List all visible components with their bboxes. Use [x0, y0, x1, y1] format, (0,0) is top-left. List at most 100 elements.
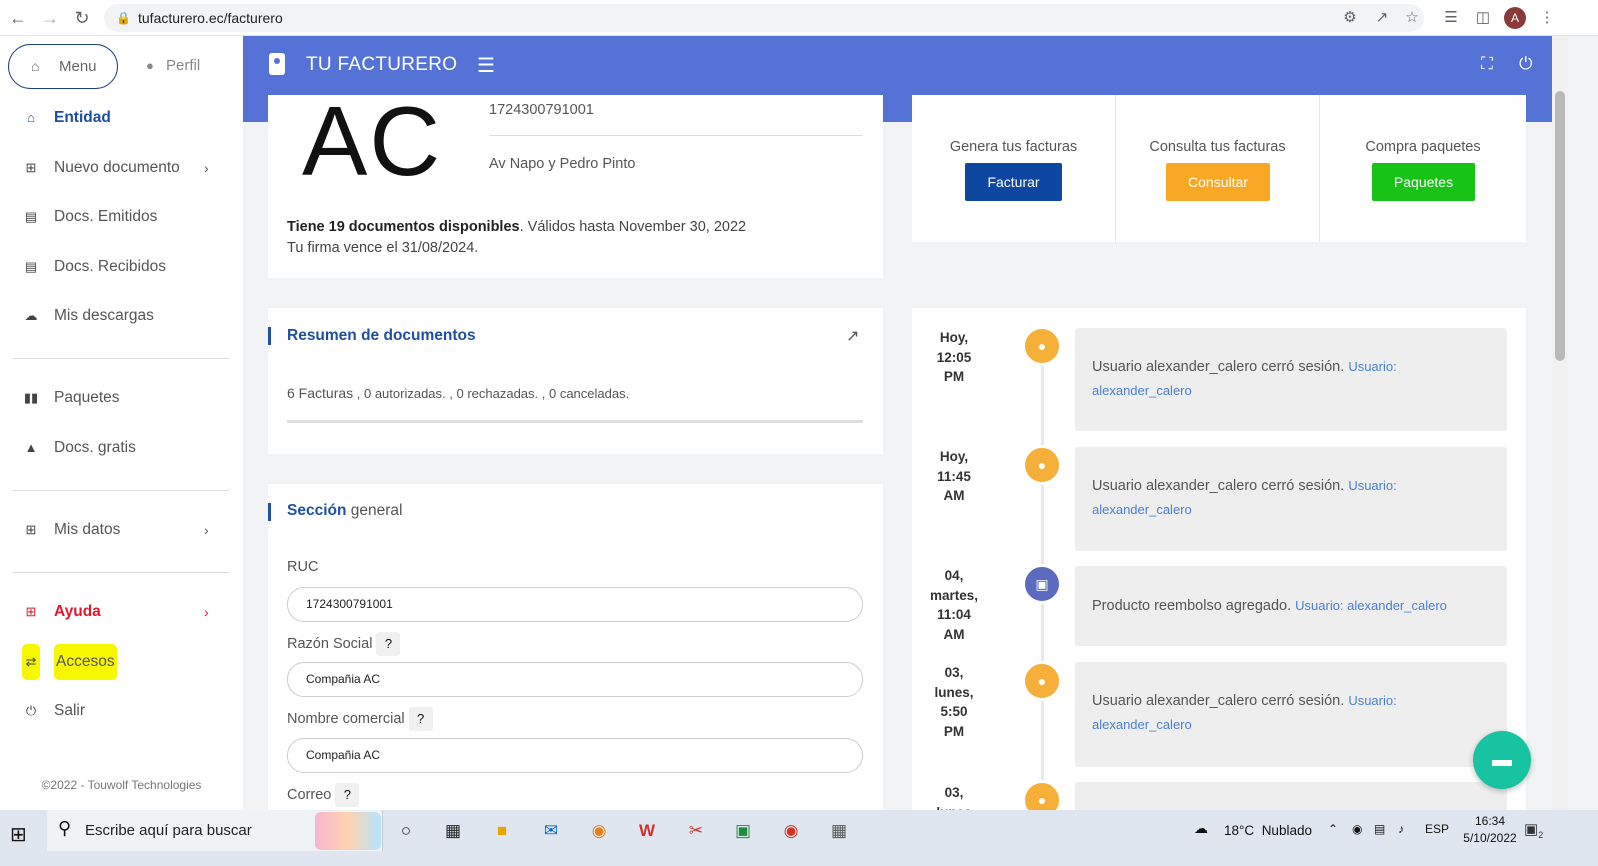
url-text: tufacturero.ec/facturero — [138, 10, 283, 26]
reload-icon[interactable]: ↻ — [72, 8, 92, 28]
sidebar-item-docs-emitidos[interactable]: ▤ Docs. Emitidos — [0, 199, 243, 235]
taskbar-search[interactable]: ⚲ Escribe aquí para buscar — [47, 810, 383, 851]
chat-widget-button[interactable]: ▬ — [1473, 731, 1531, 789]
temperature: 18°C — [1224, 823, 1255, 838]
power-icon[interactable]: ⏻ — [1519, 54, 1532, 74]
field-label: Razón Social — [287, 635, 373, 652]
entry-text: Usuario alexander_calero cerró sesión. — [1092, 478, 1345, 494]
star-icon[interactable]: ☆ — [1402, 8, 1422, 28]
share-icon[interactable]: ↗ — [1372, 8, 1392, 28]
help-question-icon[interactable]: ? — [376, 632, 401, 656]
divider — [489, 135, 863, 136]
sidebar-item-docs-gratis[interactable]: ▲ Docs. gratis — [0, 430, 243, 466]
sidebar-item-mis-descargas[interactable]: ☁ Mis descargas — [0, 298, 243, 334]
nombre-comercial-label: Nombre comercial? — [287, 707, 433, 731]
address-bar[interactable]: 🔒 tufacturero.ec/facturero — [104, 4, 1424, 32]
page-scrollbar[interactable] — [1552, 36, 1568, 810]
consultar-button[interactable]: Consultar — [1166, 163, 1270, 201]
chevron-up-icon[interactable]: ⌃ — [1328, 822, 1338, 836]
volume-icon[interactable]: ♪ — [1398, 822, 1404, 836]
windows-taskbar: ⊞ ⚲ Escribe aquí para buscar ○ ▦ ■ ✉ ◉ W… — [0, 810, 1598, 866]
chrome-icon[interactable]: ◉ — [778, 818, 804, 844]
sidebar-item-label: Mis datos — [54, 521, 121, 538]
app-logo-icon — [269, 53, 285, 75]
help-question-icon[interactable]: ? — [408, 707, 433, 731]
perfil-tab-button[interactable]: ● Perfil — [146, 44, 236, 89]
sidebar-item-label: Salir — [54, 702, 86, 719]
help-plus-icon: ⊞ — [25, 604, 37, 619]
menu-tab-button[interactable]: ⌂ Menu — [8, 44, 118, 89]
file-explorer-icon[interactable]: ■ — [489, 818, 515, 844]
sidebar-item-mis-datos[interactable]: ⊞ Mis datos › — [0, 512, 243, 548]
reading-list-icon[interactable]: ☰ — [1441, 8, 1461, 28]
sidebar-item-entidad[interactable]: ⌂ Entidad — [0, 100, 243, 136]
weather-text[interactable]: 18°C Nublado — [1224, 823, 1312, 838]
section-marker — [268, 327, 271, 345]
facturas-count: 6 Facturas — [287, 385, 354, 401]
network-icon[interactable]: ▤ — [1374, 822, 1385, 836]
facturar-button[interactable]: Facturar — [965, 163, 1062, 201]
more-menu-icon[interactable]: ⋮ — [1537, 8, 1557, 28]
paquetes-button[interactable]: Paquetes — [1372, 163, 1475, 201]
sidebar-divider — [13, 572, 229, 573]
side-panel-icon[interactable]: ◫ — [1473, 8, 1493, 28]
calculator-icon[interactable]: ▦ — [826, 818, 852, 844]
time-part: lunes — [918, 803, 990, 811]
hamburger-menu-icon[interactable]: ☰ — [477, 53, 495, 78]
time-part: 11:45 — [937, 468, 971, 484]
sidebar-item-salir[interactable]: ⏻ Salir — [0, 693, 243, 729]
ruc-field[interactable]: 1724300791001 — [287, 587, 863, 622]
key-icon[interactable]: ⚙ — [1340, 8, 1360, 28]
cloud-icon[interactable]: ☁ — [1194, 820, 1208, 837]
mail-icon[interactable]: ✉ — [538, 818, 564, 844]
timeline-entry — [1075, 782, 1507, 810]
trend-icon[interactable]: ↗ — [846, 326, 859, 346]
time-part: lunes, — [934, 684, 974, 700]
forward-arrow-icon[interactable]: → — [40, 8, 60, 28]
scrollbar-thumb[interactable] — [1555, 91, 1565, 361]
timeline-time: Hoy, 12:05 PM — [918, 328, 990, 387]
wps-office-icon[interactable]: W — [634, 818, 660, 844]
sidebar-item-paquetes[interactable]: ▮▮ Paquetes — [0, 380, 243, 416]
actions-card: Genera tus facturas Facturar Consulta tu… — [912, 95, 1526, 242]
language-indicator[interactable]: ESP — [1425, 822, 1449, 836]
razon-social-field[interactable]: Compañia AC — [287, 662, 863, 697]
notifications-icon[interactable]: ▣2 — [1524, 820, 1543, 840]
cortana-icon[interactable]: ○ — [393, 818, 419, 844]
sidebar-divider — [13, 490, 229, 491]
timeline-time: 03, lunes, 5:50 PM — [918, 663, 990, 741]
task-view-icon[interactable]: ▦ — [440, 818, 466, 844]
fullscreen-icon[interactable]: ⛶ — [1481, 54, 1493, 74]
clipboard-icon: ▤ — [24, 209, 38, 224]
summary-detail: , 0 autorizadas. , 0 rechazadas. , 0 can… — [353, 386, 630, 401]
cake-icon: ▲ — [24, 440, 38, 455]
help-question-icon[interactable]: ? — [335, 783, 360, 807]
timeline-time: Hoy, 11:45 AM — [918, 447, 990, 506]
time-part: martes, — [929, 587, 979, 603]
app-title: TU FACTURERO — [306, 54, 458, 75]
time-part: Hoy, — [939, 449, 969, 464]
system-clock[interactable]: 16:34 5/10/2022 — [1458, 813, 1522, 847]
plus-square-icon: ⊞ — [25, 160, 37, 175]
entity-card: AC 1724300791001 Av Napo y Pedro Pinto T… — [268, 95, 883, 278]
bars-icon: ▮▮ — [23, 390, 39, 405]
snipping-tool-icon[interactable]: ✂ — [683, 818, 709, 844]
plus-square-icon: ⊞ — [25, 522, 37, 537]
browser-app-icon[interactable]: ◉ — [586, 818, 612, 844]
time-part: AM — [943, 626, 965, 642]
sidebar-item-ayuda[interactable]: ⊞ Ayuda › — [0, 594, 243, 630]
timeline-entry: Producto reembolso agregado. Usuario: al… — [1075, 566, 1507, 646]
entity-logo: AC — [302, 95, 443, 196]
chat-app-icon[interactable]: ▣ — [730, 818, 756, 844]
action-consultar: Consulta tus facturas Consultar — [1116, 95, 1320, 242]
sidebar-item-accesos[interactable]: ⇄ Accesos — [0, 644, 243, 680]
field-label: Correo — [287, 786, 332, 803]
sidebar-item-docs-recibidos[interactable]: ▤ Docs. Recibidos — [0, 249, 243, 285]
back-arrow-icon[interactable]: ← — [8, 8, 28, 28]
profile-avatar[interactable]: A — [1504, 7, 1526, 29]
meet-icon[interactable]: ◉ — [1352, 822, 1362, 836]
windows-start-icon[interactable]: ⊞ — [10, 822, 27, 847]
sidebar-item-nuevo-documento[interactable]: ⊞ Nuevo documento › — [0, 150, 243, 186]
entry-user-link[interactable]: Usuario: alexander_calero — [1295, 598, 1447, 613]
nombre-comercial-field[interactable]: Compañia AC — [287, 738, 863, 773]
